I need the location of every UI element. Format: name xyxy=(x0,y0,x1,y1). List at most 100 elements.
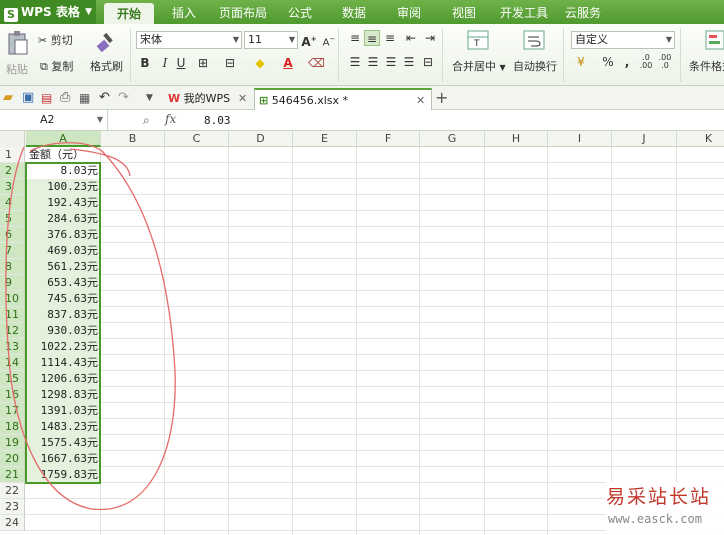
formula-input[interactable]: 8.03 xyxy=(204,114,231,127)
formula-bar: A2 ▼ ⌕ fx 8.03 xyxy=(0,110,724,131)
watermark-title: 易采站长站 xyxy=(606,486,712,508)
tab-document-label: 546456.xlsx * xyxy=(271,94,349,107)
clear-format-icon[interactable]: ⌫ xyxy=(308,55,325,71)
align-bottom-icon[interactable]: ≡ xyxy=(382,30,398,46)
percent-button[interactable]: % xyxy=(600,54,616,70)
chevron-down-icon: ▼ xyxy=(665,35,672,44)
open-folder-icon[interactable]: ▰ xyxy=(3,91,17,105)
save-icon[interactable]: ▣ xyxy=(22,91,36,105)
undo-icon[interactable]: ↶ xyxy=(99,91,113,105)
app-menu-button[interactable]: S WPS 表格 ▼ xyxy=(0,0,96,24)
tab-cloud[interactable]: 云服务 xyxy=(560,0,606,24)
close-icon[interactable]: ✕ xyxy=(416,90,425,112)
conditional-format-label[interactable]: 条件格式 xyxy=(689,58,724,74)
format-painter-button[interactable] xyxy=(94,30,118,54)
align-center-icon[interactable]: ☰ xyxy=(365,54,381,70)
new-tab-icon[interactable]: + xyxy=(435,88,449,107)
clipboard-icon xyxy=(8,31,28,55)
ribbon-toolbar: 粘贴 ✂ 剪切 ⧉ 复制 格式刷 宋体 ▼ 11 ▼ A+ A− B I U ⊞ ⊟… xyxy=(0,24,724,86)
decrease-font-icon[interactable]: A− xyxy=(321,31,337,48)
indent-increase-icon[interactable]: ⇥ xyxy=(422,30,438,46)
copy-button[interactable]: ⧉ 复制 xyxy=(40,58,73,74)
export-pdf-icon[interactable]: ▤ xyxy=(41,91,55,105)
increase-font-icon[interactable]: A+ xyxy=(301,31,317,49)
wrap-text-icon xyxy=(523,30,545,50)
svg-text:T: T xyxy=(473,39,480,49)
watermark: 易采站长站 www.easck.com xyxy=(606,482,724,535)
tab-formulas[interactable]: 公式 xyxy=(282,0,318,24)
divider xyxy=(338,28,339,82)
paintbrush-icon xyxy=(96,32,113,53)
justify-icon[interactable]: ☰ xyxy=(401,54,417,70)
tab-developer[interactable]: 开发工具 xyxy=(496,0,552,24)
cut-label: 剪切 xyxy=(50,34,73,47)
cut-button[interactable]: ✂ 剪切 xyxy=(38,32,73,48)
divider xyxy=(680,28,681,82)
chevron-down-icon: ▼ xyxy=(85,7,92,17)
tab-data[interactable]: 数据 xyxy=(336,0,372,24)
comma-button[interactable]: , xyxy=(619,54,635,70)
merge-cells-icon: T xyxy=(467,30,489,50)
insert-function-icon[interactable]: fx xyxy=(165,112,176,126)
name-box-value: A2 xyxy=(40,113,55,126)
merge-center-button[interactable]: T xyxy=(466,29,490,51)
align-left-icon[interactable]: ☰ xyxy=(347,54,363,70)
font-size-select[interactable]: 11 ▼ xyxy=(244,31,298,49)
wrap-text-label[interactable]: 自动换行 xyxy=(513,58,557,74)
divider xyxy=(563,28,564,82)
increase-decimal-icon[interactable]: .0.00 xyxy=(638,54,654,70)
quick-access-toolbar: ▰ ▣ ▤ ⎙ ▦ ↶ ↷ ▼ W 我的WPS ✕ ⊞ 546456.xlsx … xyxy=(0,86,724,110)
align-top-icon[interactable]: ≡ xyxy=(347,30,363,46)
wps-logo-icon: S xyxy=(4,8,18,22)
italic-button[interactable]: I xyxy=(157,55,173,71)
align-middle-icon[interactable]: ≡ xyxy=(364,30,380,46)
number-format-value: 自定义 xyxy=(575,33,608,46)
font-color-icon[interactable]: A xyxy=(280,55,296,71)
currency-icon[interactable]: ¥ xyxy=(573,54,589,70)
fill-color-icon[interactable]: ◆ xyxy=(252,55,268,71)
divider xyxy=(442,28,443,82)
watermark-url: www.easck.com xyxy=(608,512,702,526)
font-name-value: 宋体 xyxy=(140,33,162,46)
name-box[interactable]: A2 ▼ xyxy=(0,110,108,130)
underline-button[interactable]: U xyxy=(173,55,189,71)
font-name-select[interactable]: 宋体 ▼ xyxy=(136,31,242,49)
merge-center-label[interactable]: 合并居中 ▼ xyxy=(452,58,506,74)
print-icon[interactable]: ⎙ xyxy=(60,91,74,105)
scissors-icon: ✂ xyxy=(38,34,48,47)
decrease-decimal-icon[interactable]: .00.0 xyxy=(657,54,673,70)
redo-icon[interactable]: ↷ xyxy=(118,91,132,105)
paste-button[interactable] xyxy=(6,30,32,60)
divider xyxy=(130,28,131,82)
chevron-down-icon: ▼ xyxy=(232,35,239,44)
bold-button[interactable]: B xyxy=(137,55,153,71)
copy-icon: ⧉ xyxy=(40,60,48,73)
chevron-down-icon: ▼ xyxy=(288,35,295,44)
app-name: WPS 表格 xyxy=(21,5,80,19)
chevron-down-icon[interactable]: ▼ xyxy=(146,91,160,105)
annotation-ellipse xyxy=(5,142,176,511)
tab-my-wps[interactable]: W 我的WPS ✕ xyxy=(164,88,252,110)
conditional-format-button[interactable] xyxy=(704,29,724,51)
tab-review[interactable]: 审阅 xyxy=(391,0,427,24)
zoom-search-icon[interactable]: ⌕ xyxy=(143,113,150,128)
wps-logo-icon: W xyxy=(168,92,181,105)
indent-decrease-icon[interactable]: ⇤ xyxy=(403,30,419,46)
ribbon-tab-bar: S WPS 表格 ▼ 开始 插入 页面布局 公式 数据 审阅 视图 开发工具 云服… xyxy=(0,0,724,24)
chevron-down-icon: ▼ xyxy=(96,115,103,124)
tab-page-layout[interactable]: 页面布局 xyxy=(214,0,272,24)
tab-insert[interactable]: 插入 xyxy=(164,0,204,24)
wrap-text-button[interactable] xyxy=(522,29,546,51)
tab-view[interactable]: 视图 xyxy=(446,0,482,24)
cell-style-icon[interactable]: ⊟ xyxy=(222,55,238,71)
align-right-icon[interactable]: ☰ xyxy=(383,54,399,70)
tab-document[interactable]: ⊞ 546456.xlsx * ✕ xyxy=(254,88,432,110)
distribute-icon[interactable]: ⊟ xyxy=(420,54,436,70)
conditional-format-icon xyxy=(705,30,724,50)
close-icon[interactable]: ✕ xyxy=(238,88,247,110)
tab-my-wps-label: 我的WPS xyxy=(183,92,231,105)
borders-icon[interactable]: ⊞ xyxy=(195,55,211,71)
print-preview-icon[interactable]: ▦ xyxy=(79,91,93,105)
number-format-select[interactable]: 自定义 ▼ xyxy=(571,31,675,49)
tab-home[interactable]: 开始 xyxy=(104,3,154,24)
